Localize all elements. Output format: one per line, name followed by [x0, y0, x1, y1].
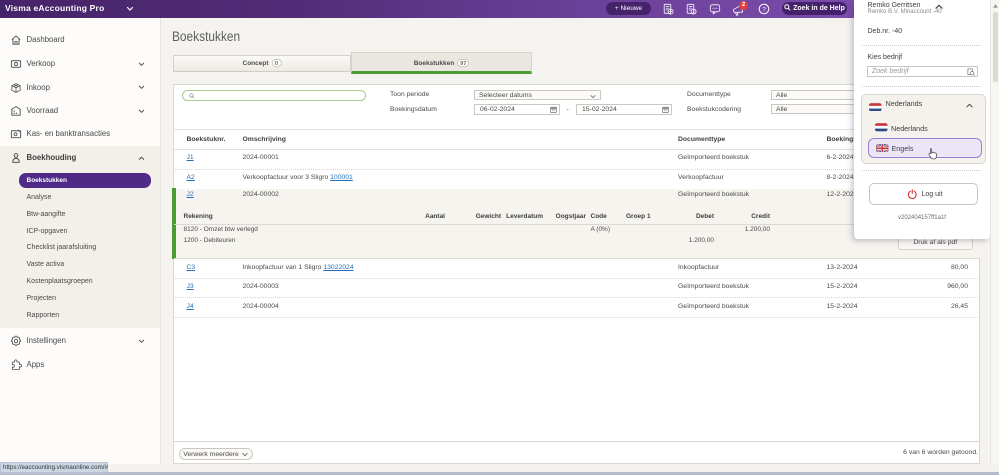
svg-text:?: ? — [762, 6, 766, 13]
